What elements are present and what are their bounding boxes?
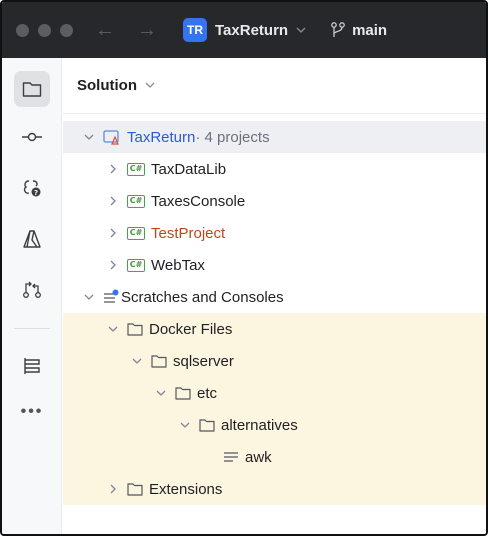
pull-requests-tool-button[interactable] xyxy=(14,271,50,307)
svg-text:?: ? xyxy=(34,189,38,197)
more-tools-button[interactable]: ••• xyxy=(14,394,50,430)
folder-name: Extensions xyxy=(149,480,223,498)
folder-name: alternatives xyxy=(221,416,298,434)
back-arrow-icon[interactable]: ← xyxy=(95,20,115,40)
title-bar: ← → TR TaxReturn main xyxy=(2,2,486,58)
solution-tree: TaxReturn · 4 projects C# TaxDataLib C# … xyxy=(63,121,486,505)
scratches-label: Scratches and Consoles xyxy=(121,288,284,306)
forward-arrow-icon[interactable]: → xyxy=(137,20,157,40)
folder-icon xyxy=(175,386,191,400)
ide-window: ← → TR TaxReturn main ? ••• Solution Tax… xyxy=(0,0,488,536)
solution-icon xyxy=(103,129,121,145)
folder-icon xyxy=(151,354,167,368)
tree-node-solution[interactable]: TaxReturn · 4 projects xyxy=(63,121,486,153)
services-icon: ? xyxy=(23,180,41,197)
folder-name: sqlserver xyxy=(173,352,234,370)
azure-icon xyxy=(23,230,41,248)
csharp-project-icon: C# xyxy=(127,226,145,240)
panel-header: Solution xyxy=(63,58,486,114)
more-icon: ••• xyxy=(20,403,44,420)
solution-name: TaxReturn xyxy=(127,128,196,146)
chevron-right-icon[interactable] xyxy=(105,228,121,238)
project-badge[interactable]: TR xyxy=(183,18,207,42)
tree-node-folder[interactable]: Extensions xyxy=(63,473,486,505)
services-tool-button[interactable]: ? xyxy=(14,170,50,206)
tree-node-project[interactable]: C# TaxDataLib xyxy=(63,153,486,185)
solution-panel: Solution TaxReturn · 4 projects C# TaxDa… xyxy=(63,58,486,534)
zoom-window-button[interactable] xyxy=(60,23,73,37)
tree-node-folder[interactable]: Docker Files xyxy=(63,313,486,345)
chevron-down-icon[interactable] xyxy=(81,132,97,142)
scratches-icon xyxy=(103,289,119,305)
close-window-button[interactable] xyxy=(16,23,29,37)
chevron-down-icon[interactable] xyxy=(153,388,169,398)
chevron-right-icon[interactable] xyxy=(105,484,121,494)
chevron-down-icon[interactable] xyxy=(296,22,306,39)
tree-node-folder[interactable]: sqlserver xyxy=(63,345,486,377)
chevron-down-icon[interactable] xyxy=(145,77,155,94)
minimize-window-button[interactable] xyxy=(38,23,51,37)
project-count: · 4 projects xyxy=(195,128,270,146)
chevron-down-icon[interactable] xyxy=(177,420,193,430)
tool-window-strip: ? ••• xyxy=(2,58,62,534)
tree-node-folder[interactable]: etc xyxy=(63,377,486,409)
chevron-down-icon[interactable] xyxy=(81,292,97,302)
structure-icon xyxy=(24,358,40,374)
chevron-down-icon[interactable] xyxy=(105,324,121,334)
tree-node-scratches[interactable]: Scratches and Consoles xyxy=(63,281,486,313)
project-name: TaxesConsole xyxy=(151,192,246,210)
tool-separator xyxy=(14,328,50,329)
azure-tool-button[interactable] xyxy=(14,221,50,257)
folder-icon xyxy=(199,418,215,432)
chevron-down-icon[interactable] xyxy=(129,356,145,366)
structure-tool-button[interactable] xyxy=(14,348,50,384)
folder-name: etc xyxy=(197,384,218,402)
folder-name: Docker Files xyxy=(149,320,233,338)
tree-node-folder[interactable]: alternatives xyxy=(63,409,486,441)
tree-node-project[interactable]: C# WebTax xyxy=(63,249,486,281)
project-name: TestProject xyxy=(151,224,226,242)
panel-title[interactable]: Solution xyxy=(77,77,137,94)
project-switcher[interactable]: TaxReturn xyxy=(215,22,288,39)
file-name: awk xyxy=(245,448,272,466)
text-file-icon xyxy=(223,450,239,464)
project-name: WebTax xyxy=(151,256,205,274)
chevron-right-icon[interactable] xyxy=(105,164,121,174)
pull-requests-icon xyxy=(23,281,41,298)
branch-icon[interactable] xyxy=(330,21,346,39)
chevron-right-icon[interactable] xyxy=(105,196,121,206)
folder-icon xyxy=(127,322,143,336)
folder-icon xyxy=(22,82,42,97)
tree-node-project[interactable]: C# TestProject xyxy=(63,217,486,249)
commit-tool-button[interactable] xyxy=(14,119,50,155)
folder-icon xyxy=(127,482,143,496)
project-tool-button[interactable] xyxy=(14,71,50,107)
branch-switcher[interactable]: main xyxy=(352,22,387,39)
csharp-project-icon: C# xyxy=(127,194,145,208)
tree-node-project[interactable]: C# TaxesConsole xyxy=(63,185,486,217)
tree-node-file[interactable]: awk xyxy=(63,441,486,473)
window-controls xyxy=(16,23,73,37)
csharp-project-icon: C# xyxy=(127,162,145,176)
commit-icon xyxy=(22,132,42,142)
csharp-project-icon: C# xyxy=(127,258,145,272)
chevron-right-icon[interactable] xyxy=(105,260,121,270)
project-name: TaxDataLib xyxy=(151,160,227,178)
